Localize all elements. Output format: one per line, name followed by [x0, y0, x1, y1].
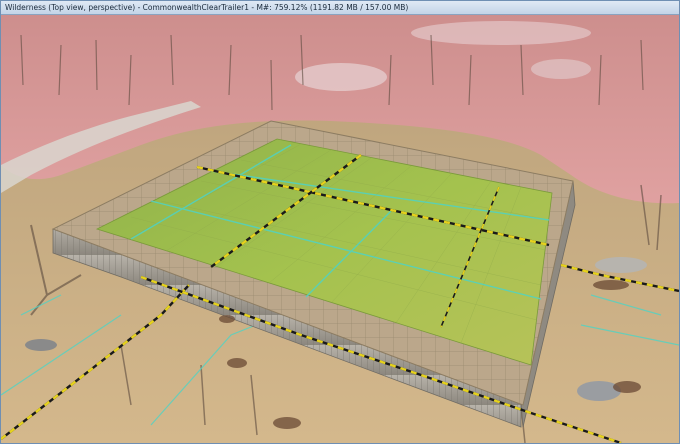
render-viewport[interactable] — [1, 15, 679, 443]
snow-patch — [411, 21, 591, 45]
scene-canvas[interactable] — [1, 15, 679, 443]
rock — [25, 339, 57, 351]
snow-patch — [295, 63, 387, 91]
rock — [595, 257, 647, 273]
title-bar[interactable]: Wilderness (Top view, perspective) - Com… — [1, 1, 679, 15]
rock — [577, 381, 621, 401]
snow-patch — [531, 59, 591, 79]
editor-window: Wilderness (Top view, perspective) - Com… — [0, 0, 680, 444]
window-title: Wilderness (Top view, perspective) - Com… — [5, 3, 409, 12]
